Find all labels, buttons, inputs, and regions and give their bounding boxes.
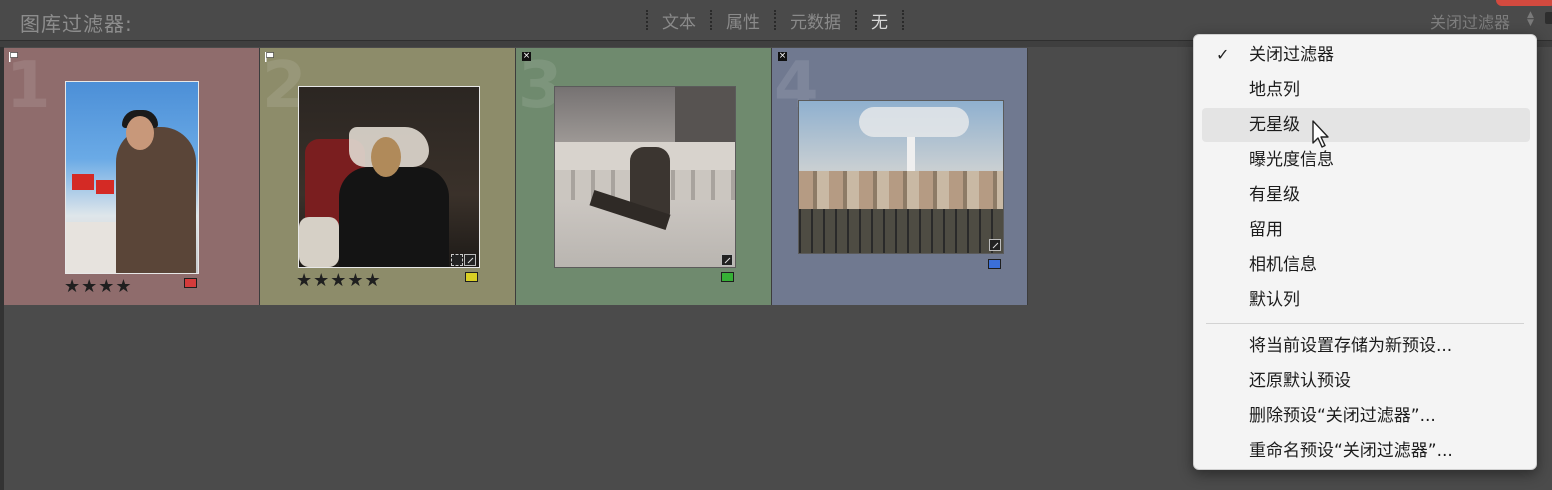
flag-icon[interactable] [265, 52, 275, 62]
color-label-red[interactable] [184, 278, 197, 288]
checkmark-icon: ✓ [1216, 45, 1230, 64]
color-label-yellow[interactable] [465, 272, 478, 282]
menu-item-save-preset[interactable]: 将当前设置存储为新预设... [1202, 329, 1530, 363]
tab-attribute[interactable]: 属性 [722, 8, 764, 33]
notification-badge [1496, 0, 1552, 6]
lock-icon[interactable] [1545, 12, 1552, 24]
flag-icon[interactable] [9, 52, 19, 62]
menu-item-rated[interactable]: 有星级 [1202, 178, 1530, 212]
menu-separator [1206, 323, 1524, 324]
menu-item-default-columns[interactable]: 默认列 [1202, 283, 1530, 317]
tab-divider [774, 10, 776, 30]
mouse-pointer-icon [1312, 120, 1329, 148]
menu-item-location-columns[interactable]: 地点列 [1202, 73, 1530, 107]
filter-bar-title: 图库过滤器: [20, 12, 133, 36]
preset-dropdown[interactable]: 关闭过滤器 [1430, 9, 1510, 33]
grid-cell[interactable]: 3 × [516, 48, 772, 305]
menu-item-label: 删除预设“关闭过滤器”... [1249, 406, 1436, 426]
grid-cell[interactable]: 2 ★★★★★ [260, 48, 516, 305]
star-rating[interactable]: ★★★★★ [296, 272, 382, 290]
cell-index-number: 1 [6, 49, 51, 123]
menu-item-exposure-info[interactable]: 曝光度信息 [1202, 143, 1530, 177]
tab-none[interactable]: 无 [867, 8, 892, 33]
menu-item-label: 关闭过滤器 [1249, 45, 1334, 65]
grid-cell[interactable]: 4 × [772, 48, 1028, 305]
thumbnail-grid: 1 ★★★★ 2 ★★★★★ 3 × 4 × [4, 48, 1028, 305]
menu-item-label: 有星级 [1249, 185, 1300, 205]
menu-item-label: 曝光度信息 [1249, 150, 1334, 170]
star-rating[interactable]: ★★★★ [64, 278, 133, 296]
photo-thumbnail[interactable] [65, 81, 199, 274]
menu-item-rename-preset[interactable]: 重命名预设“关闭过滤器”... [1202, 434, 1530, 468]
color-label-blue[interactable] [988, 259, 1001, 269]
tab-divider [902, 10, 904, 30]
menu-item-label: 还原默认预设 [1249, 371, 1351, 391]
menu-item-label: 相机信息 [1249, 255, 1317, 275]
tab-divider [855, 10, 857, 30]
photo-thumbnail[interactable] [798, 100, 1004, 254]
edit-adjust-icon [989, 239, 1001, 251]
photo-thumbnail[interactable] [298, 86, 480, 268]
reject-flag-icon[interactable]: × [778, 52, 787, 61]
menu-item-label: 地点列 [1249, 80, 1300, 100]
menu-item-label: 无星级 [1249, 115, 1300, 135]
tab-text[interactable]: 文本 [658, 8, 700, 33]
grid-cell[interactable]: 1 ★★★★ [4, 48, 260, 305]
edit-adjust-icon [721, 254, 733, 266]
menu-item-label: 将当前设置存储为新预设... [1249, 336, 1453, 356]
menu-item-label: 默认列 [1249, 290, 1300, 310]
filter-tabs: 文本 属性 元数据 无 [636, 8, 914, 33]
menu-item-restore-default[interactable]: 还原默认预设 [1202, 364, 1530, 398]
menu-item-delete-preset[interactable]: 删除预设“关闭过滤器”... [1202, 399, 1530, 433]
menu-item-label: 留用 [1249, 220, 1283, 240]
crop-icon [451, 254, 463, 266]
menu-item-label: 重命名预设“关闭过滤器”... [1249, 441, 1453, 461]
filter-preset-menu: ✓ 关闭过滤器 地点列 无星级 曝光度信息 有星级 留用 相机信息 默认列 将当… [1193, 34, 1537, 470]
tab-divider [710, 10, 712, 30]
menu-item-picked[interactable]: 留用 [1202, 213, 1530, 247]
color-label-green[interactable] [721, 272, 734, 282]
reject-flag-icon[interactable]: × [522, 52, 531, 61]
photo-thumbnail[interactable] [554, 86, 736, 268]
edit-adjust-icon [464, 254, 476, 266]
menu-item-camera-info[interactable]: 相机信息 [1202, 248, 1530, 282]
tab-metadata[interactable]: 元数据 [786, 8, 845, 33]
menu-item-filters-off[interactable]: ✓ 关闭过滤器 [1202, 38, 1530, 72]
chevron-updown-icon[interactable]: ▲ ▼ [1527, 11, 1534, 28]
menu-item-unrated[interactable]: 无星级 [1202, 108, 1530, 142]
tab-divider [646, 10, 648, 30]
